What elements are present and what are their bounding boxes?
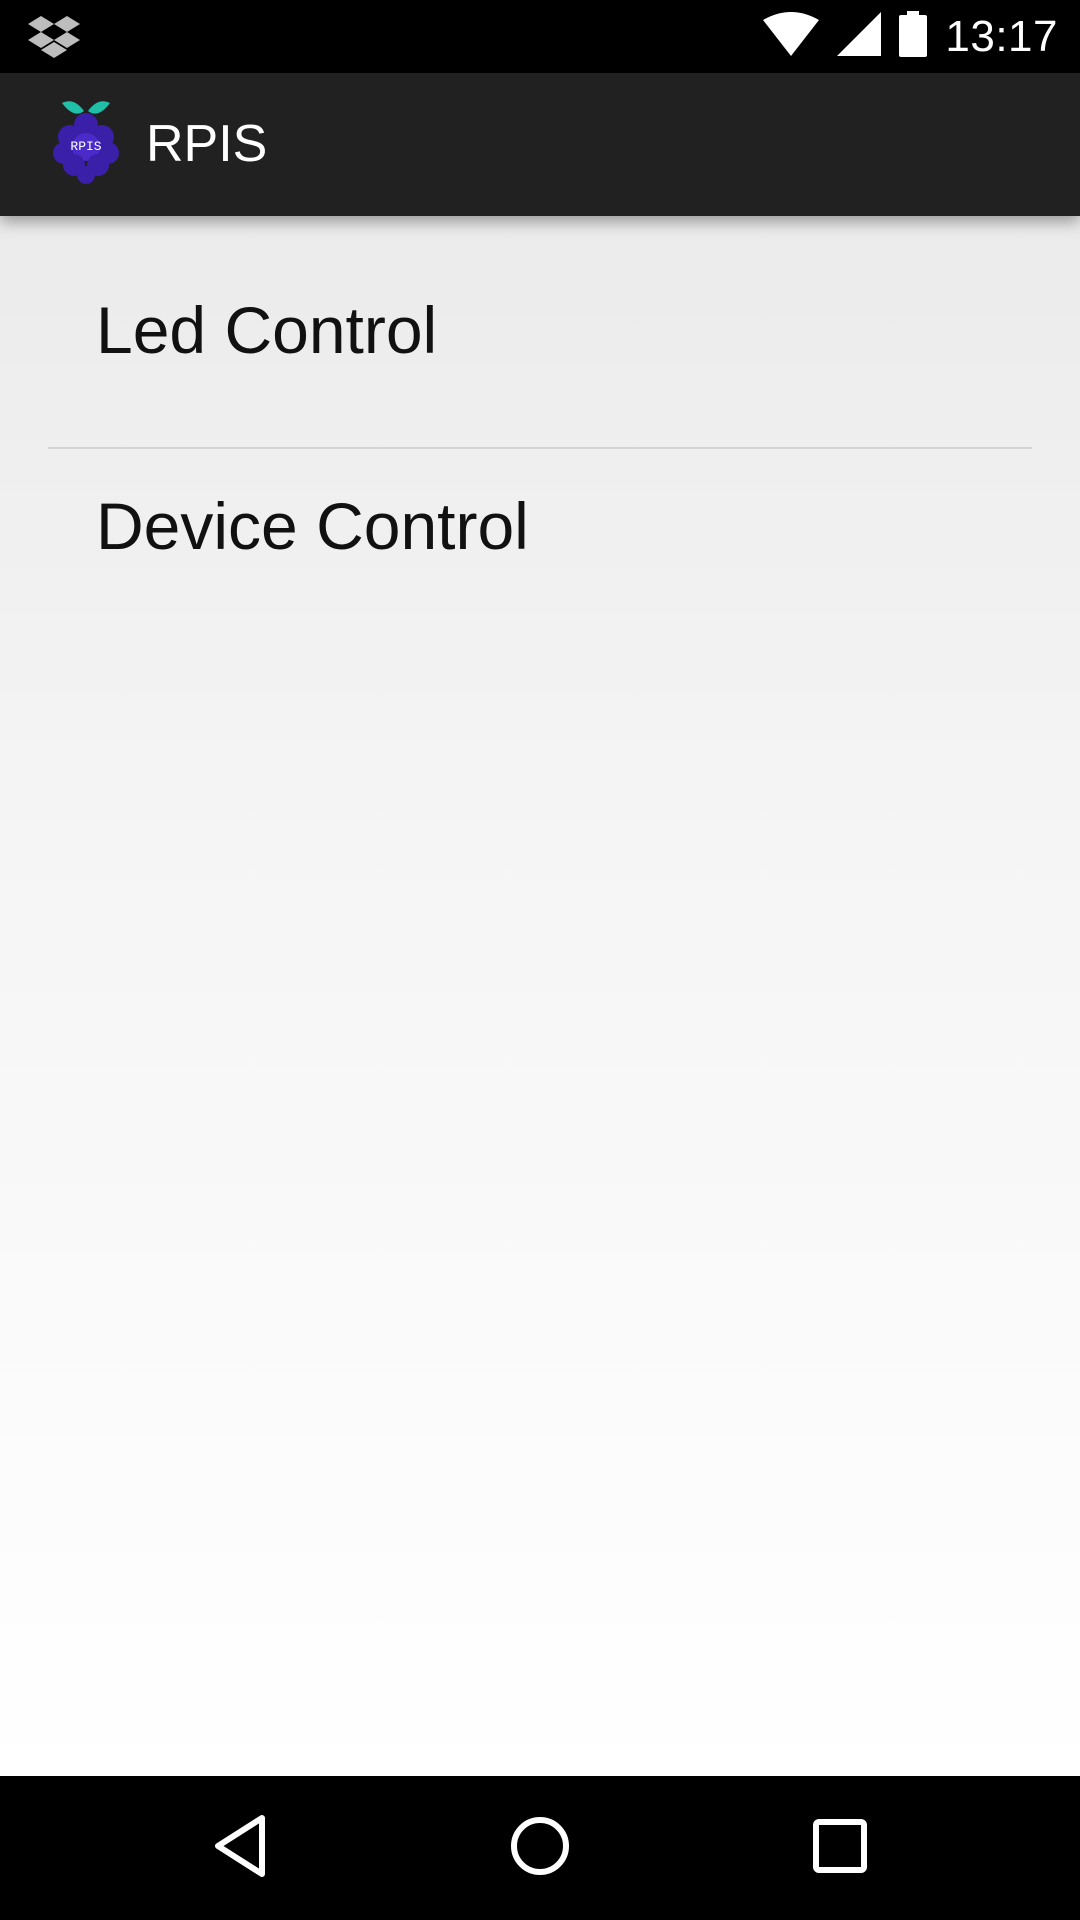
logo-text: RPIS xyxy=(70,139,101,154)
list-item-label: Led Control xyxy=(96,293,438,367)
home-button[interactable] xyxy=(460,1776,620,1920)
dropbox-icon xyxy=(28,12,80,62)
battery-icon xyxy=(899,11,928,62)
divider xyxy=(48,447,1032,449)
raspberry-logo-icon: RPIS xyxy=(52,95,120,185)
main-content: Led Control Device Control xyxy=(0,216,1080,1776)
cell-signal-icon xyxy=(837,12,882,61)
list-item-label: Device Control xyxy=(96,489,529,563)
list-item-device-control[interactable]: Device Control xyxy=(0,450,1080,610)
app-title: RPIS xyxy=(146,115,268,173)
recents-button[interactable] xyxy=(760,1776,920,1920)
back-button[interactable] xyxy=(160,1776,320,1920)
app-bar: RPIS RPIS xyxy=(0,73,1080,216)
status-bar: 13:17 xyxy=(0,0,1080,73)
navigation-bar xyxy=(0,1776,1080,1920)
list-item-led-control[interactable]: Led Control xyxy=(0,256,1080,406)
back-icon xyxy=(212,1814,268,1883)
home-icon xyxy=(509,1815,571,1882)
recents-icon xyxy=(812,1818,868,1879)
wifi-icon xyxy=(763,12,820,61)
status-time: 13:17 xyxy=(945,11,1058,61)
